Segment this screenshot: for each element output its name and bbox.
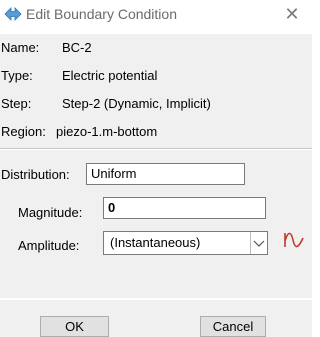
- region-label: Region:: [1, 124, 46, 139]
- amplitude-select[interactable]: (Instantaneous): [103, 231, 268, 255]
- name-label: Name:: [1, 40, 40, 55]
- type-value: Electric potential: [62, 68, 158, 83]
- magnitude-label: Magnitude:: [18, 205, 83, 220]
- button-bar: OK Cancel: [0, 300, 312, 337]
- title-bar: Edit Boundary Condition ✕: [0, 0, 312, 28]
- chevron-down-icon: [253, 240, 265, 247]
- distribution-field[interactable]: Uniform: [86, 163, 245, 185]
- cancel-button[interactable]: Cancel: [200, 316, 266, 337]
- magnitude-input[interactable]: 0: [103, 197, 266, 219]
- type-label: Type:: [1, 68, 33, 83]
- amplitude-dropdown-button[interactable]: [250, 232, 267, 254]
- region-value: piezo-1.m-bottom: [56, 124, 158, 139]
- amplitude-selected-value: (Instantaneous): [110, 235, 201, 250]
- close-button[interactable]: ✕: [280, 2, 304, 26]
- info-panel: Name: BC-2 Type: Electric potential Step…: [0, 34, 312, 148]
- ok-button[interactable]: OK: [40, 316, 109, 337]
- name-value: BC-2: [62, 40, 92, 55]
- close-icon: ✕: [284, 4, 300, 24]
- amplitude-label: Amplitude:: [18, 238, 80, 253]
- window-title: Edit Boundary Condition: [26, 6, 177, 22]
- separator: [0, 148, 312, 149]
- amplitude-curve-icon[interactable]: [283, 231, 305, 249]
- distribution-label: Distribution:: [1, 167, 70, 182]
- step-value: Step-2 (Dynamic, Implicit): [62, 96, 211, 111]
- step-label: Step:: [1, 96, 32, 111]
- boundary-condition-icon: [4, 7, 22, 21]
